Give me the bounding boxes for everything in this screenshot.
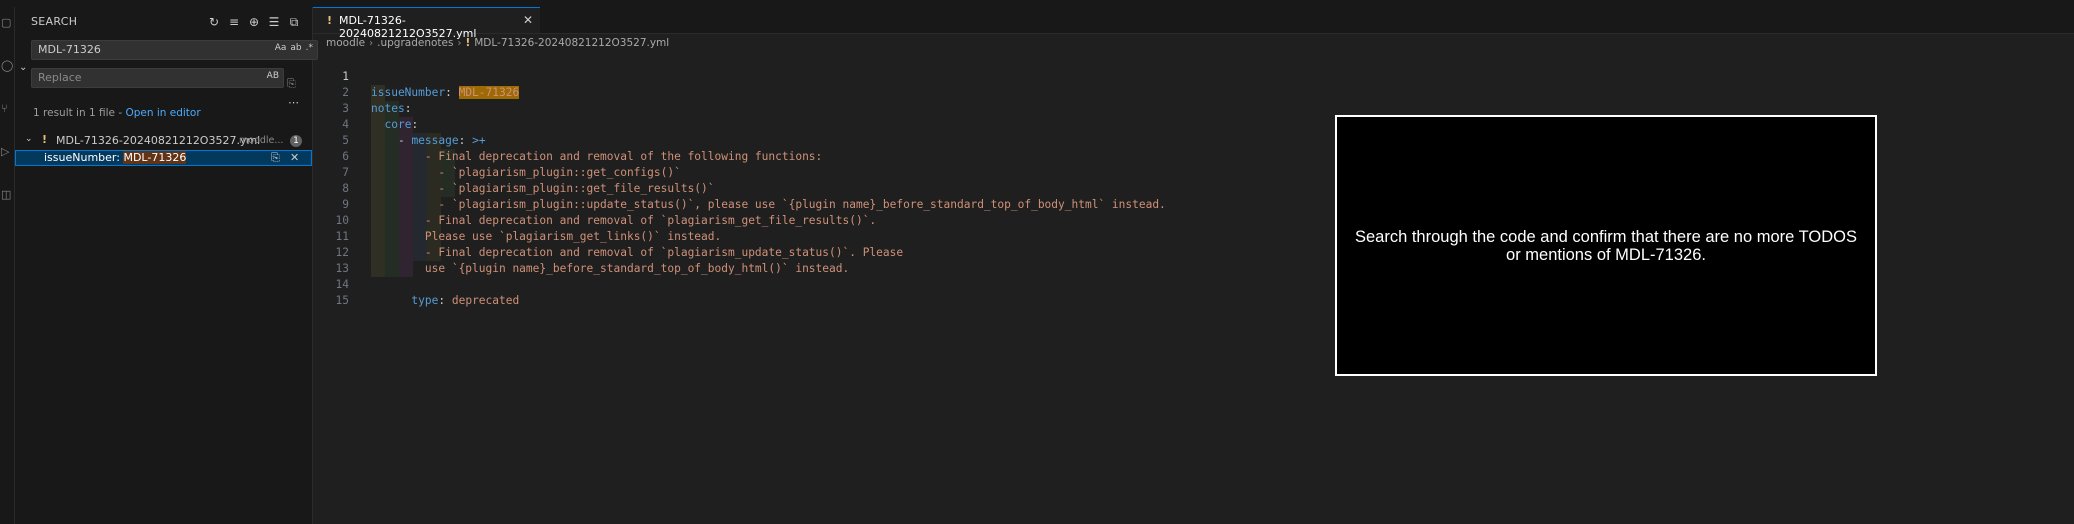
code-line: 2 notes: xyxy=(313,69,2074,115)
instruction-text: Search through the code and confirm that… xyxy=(1354,227,1857,264)
use-regex-icon[interactable]: .* xyxy=(306,43,313,53)
close-icon[interactable]: ✕ xyxy=(523,13,533,27)
match-case-icon[interactable]: Aa xyxy=(275,43,287,53)
replace-input[interactable] xyxy=(38,71,238,84)
extensions-icon[interactable]: ◫ xyxy=(1,189,12,200)
yaml-file-icon: ! xyxy=(465,37,471,49)
chevron-right-icon: › xyxy=(369,37,374,49)
preserve-case-icon[interactable]: AB xyxy=(267,71,279,81)
replace-options: AB xyxy=(267,71,279,81)
result-match-row[interactable]: issueNumber: MDL-71326 ⎘ ✕ xyxy=(15,150,312,166)
tab-yaml-file[interactable]: ! MDL-71326-20240821212O3527.yml ✕ xyxy=(313,7,540,40)
match-highlight: MDL-71326 xyxy=(123,151,187,164)
instruction-overlay: Search through the code and confirm that… xyxy=(1335,115,1877,376)
yaml-file-icon: ! xyxy=(42,133,48,146)
code-line: 3 core: xyxy=(313,85,2074,131)
match-prefix: issueNumber: xyxy=(44,151,124,164)
replace-field[interactable]: AB xyxy=(31,68,284,88)
refresh-icon[interactable]: ↻ xyxy=(206,14,222,30)
breadcrumb: moodle › .upgradenotes › ! MDL-71326-202… xyxy=(326,37,669,49)
result-file-dir: moodle... xyxy=(239,135,284,146)
toggle-replace-chevron-icon[interactable]: ⌄ xyxy=(19,62,27,73)
source-control-icon[interactable]: ⑂ xyxy=(1,103,12,114)
yaml-key: type xyxy=(411,294,439,307)
open-in-editor-link[interactable]: Open in editor xyxy=(125,107,200,119)
search-actions: ↻ ≡ ⊕ ☰ ⧉ xyxy=(206,14,302,30)
view-as-tree-icon[interactable]: ☰ xyxy=(266,14,282,30)
search-icon[interactable]: ◯ xyxy=(1,60,13,71)
yaml-value: deprecated xyxy=(451,294,520,307)
search-input[interactable] xyxy=(38,43,238,56)
results-count-text: 1 result in 1 file - xyxy=(33,107,126,119)
activity-bar: ▢ ◯ ⑂ ▷ ◫ xyxy=(0,7,15,524)
match-whole-word-icon[interactable]: ab xyxy=(290,43,301,53)
dismiss-match-icon[interactable]: ✕ xyxy=(290,151,299,164)
results-summary: 1 result in 1 file - Open in editor xyxy=(33,107,201,119)
clear-results-icon[interactable]: ≡ xyxy=(226,14,242,30)
breadcrumb-item[interactable]: .upgradenotes xyxy=(377,37,453,49)
replace-all-icon[interactable]: ⎘ xyxy=(287,77,296,91)
files-icon[interactable]: ▢ xyxy=(1,17,12,28)
collapse-all-icon[interactable]: ⧉ xyxy=(286,14,302,30)
result-file-name[interactable]: MDL-71326-20240821212O3527.yml xyxy=(56,134,260,147)
search-sidebar: SEARCH ↻ ≡ ⊕ ☰ ⧉ ⌄ Aa ab .* AB ⎘ ⋯ 1 res… xyxy=(15,7,318,524)
code-line: 1 issueNumber: MDL-71326 xyxy=(313,53,2074,99)
breadcrumb-item[interactable]: moodle xyxy=(326,37,365,49)
toggle-search-details-icon[interactable]: ⋯ xyxy=(288,96,299,109)
run-debug-icon[interactable]: ▷ xyxy=(1,146,12,157)
new-search-editor-icon[interactable]: ⊕ xyxy=(246,14,262,30)
chevron-down-icon[interactable]: ⌄ xyxy=(25,134,33,144)
editor-tab-bar: ! MDL-71326-20240821212O3527.yml ✕ xyxy=(313,7,2074,40)
breadcrumb-item[interactable]: MDL-71326-20240821212O3527.yml xyxy=(474,37,669,49)
match-text[interactable]: issueNumber: MDL-71326 xyxy=(44,151,187,164)
search-options: Aa ab .* xyxy=(275,43,313,53)
sidebar-title: SEARCH xyxy=(31,15,78,28)
search-field[interactable]: Aa ab .* xyxy=(31,40,318,60)
yaml-file-icon: ! xyxy=(327,14,333,27)
line-number: 15 xyxy=(335,294,349,307)
replace-match-icon[interactable]: ⎘ xyxy=(271,151,280,165)
chevron-right-icon: › xyxy=(457,37,462,49)
result-file-row[interactable]: ⌄ ! MDL-71326-20240821212O3527.yml moodl… xyxy=(15,133,312,149)
result-count-badge: 1 xyxy=(290,135,302,147)
